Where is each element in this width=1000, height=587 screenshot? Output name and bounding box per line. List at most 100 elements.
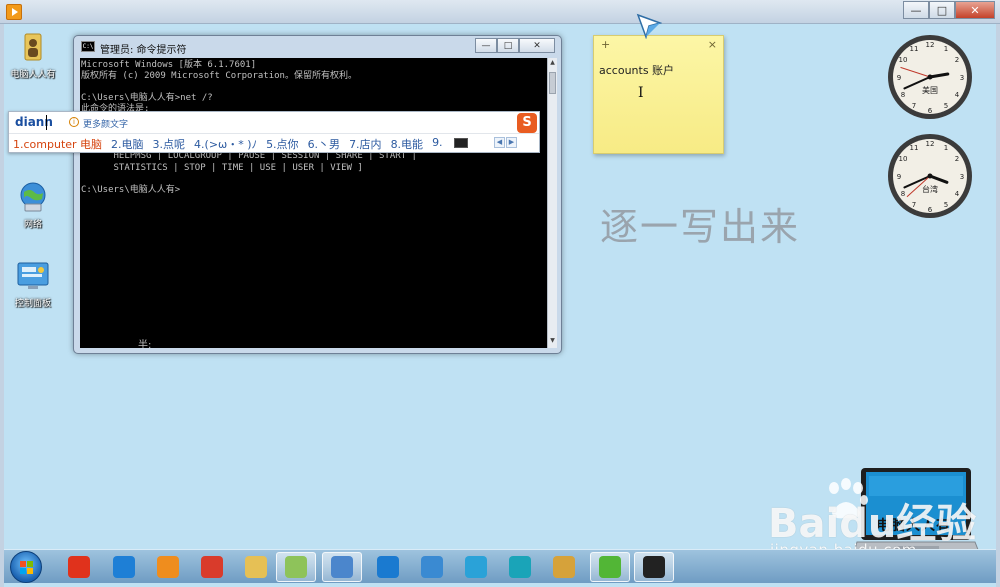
- text-cursor-icon: I: [638, 85, 644, 101]
- desktop-icon-control-panel[interactable]: 控制面板: [3, 259, 63, 309]
- ime-candidate[interactable]: 4.(>ω・* )ﾉ: [194, 136, 257, 152]
- taskbar-button[interactable]: [276, 552, 316, 582]
- ime-candidate[interactable]: 6.丶男: [308, 136, 341, 152]
- ime-candidate[interactable]: 3.点呢: [153, 136, 186, 152]
- taskbar-button[interactable]: [590, 552, 630, 582]
- tb-chrome-icon: [201, 556, 223, 578]
- taskbar-button[interactable]: [368, 552, 408, 582]
- taskbar-button[interactable]: [148, 552, 188, 582]
- svg-text:5: 5: [944, 201, 948, 209]
- ime-pager: ◀ ▶: [493, 137, 517, 148]
- taskbar-button[interactable]: [456, 552, 496, 582]
- svg-text:9: 9: [897, 74, 901, 82]
- taskbar-button[interactable]: [500, 552, 540, 582]
- outer-minimize-button[interactable]: —: [903, 1, 929, 19]
- tb-media-player-icon: [157, 556, 179, 578]
- sticky-note-text[interactable]: accounts 账户: [599, 62, 674, 78]
- outer-close-button[interactable]: ✕: [955, 1, 995, 19]
- taskbar-button[interactable]: [236, 552, 276, 582]
- console-line: STATISTICS | STOP | TIME | USE | USER | …: [81, 163, 363, 173]
- tb-cmd-icon: [643, 556, 665, 578]
- taskbar: [4, 549, 996, 583]
- cmd-minimize-button[interactable]: —: [475, 38, 497, 53]
- control-panel-icon: [16, 259, 50, 293]
- taskbar-button[interactable]: [544, 552, 584, 582]
- outer-window-titlebar: — □ ✕: [0, 0, 1000, 24]
- taskbar-button[interactable]: [634, 552, 674, 582]
- svg-text:6: 6: [928, 107, 933, 115]
- console-line: C:\Users\电脑人人有>net /?: [81, 93, 213, 103]
- console-prompt: C:\Users\电脑人人有>: [81, 185, 181, 195]
- tb-remote-icon: [421, 556, 443, 578]
- cmd-maximize-button[interactable]: □: [497, 38, 519, 53]
- tb-explorer-icon: [245, 556, 267, 578]
- cmd-titlebar[interactable]: C:\ 管理员: 命令提示符 — □ ✕: [74, 36, 561, 58]
- ime-status-indicator: 半:: [138, 340, 152, 348]
- ime-candidate[interactable]: 2.电脑: [111, 136, 144, 152]
- svg-text:5: 5: [944, 102, 948, 110]
- svg-text:6: 6: [928, 206, 933, 214]
- desktop-icon-label: 电脑人人有: [10, 70, 56, 80]
- start-button[interactable]: [10, 551, 42, 583]
- ime-candidate-list: 1.computer 电脑 2.电脑 3.点呢 4.(>ω・* )ﾉ 5.点你 …: [13, 136, 486, 152]
- sogou-logo-icon[interactable]: S: [517, 113, 537, 133]
- sticky-close-button[interactable]: ×: [708, 38, 717, 51]
- clock-city-label: 美国: [922, 86, 938, 95]
- outer-maximize-button[interactable]: □: [929, 1, 955, 19]
- sticky-note[interactable]: + × accounts 账户 I: [593, 35, 724, 154]
- tb-browser-icon: [377, 556, 399, 578]
- cmd-window-controls: — □ ✕: [475, 38, 555, 53]
- clock-face-icon: 12 1234567891011: [888, 35, 972, 119]
- ime-caret: [46, 115, 47, 130]
- network-globe-icon: [16, 180, 50, 214]
- ime-divider: [9, 133, 539, 134]
- clock-city-label: 台湾: [922, 185, 938, 194]
- taskbar-button[interactable]: [104, 552, 144, 582]
- mouse-pointer-icon: [636, 13, 663, 43]
- sticky-add-button[interactable]: +: [601, 38, 610, 51]
- scroll-up-icon[interactable]: ▲: [549, 59, 556, 69]
- monitor-icon: [453, 138, 468, 148]
- tb-ie-icon: [113, 556, 135, 578]
- player-app-icon: [6, 4, 22, 20]
- ime-candidate[interactable]: 5.点你: [266, 136, 299, 152]
- tb-headset-icon: [509, 556, 531, 578]
- taskbar-button[interactable]: [322, 552, 362, 582]
- svg-text:1: 1: [944, 45, 948, 53]
- svg-text:10: 10: [899, 155, 908, 163]
- cmd-scrollbar[interactable]: ▲ ▼: [547, 58, 557, 348]
- ime-prev-page-button[interactable]: ◀: [494, 137, 505, 148]
- desktop-icon-user-folder[interactable]: 电脑人人有: [3, 30, 63, 80]
- cmd-console-output[interactable]: Microsoft Windows [版本 6.1.7601] 版权所有 (c)…: [80, 58, 547, 348]
- svg-text:12: 12: [926, 140, 935, 148]
- cmd-close-button[interactable]: ✕: [519, 38, 555, 53]
- scroll-down-icon[interactable]: ▼: [549, 337, 556, 347]
- ime-candidate[interactable]: 7.店内: [349, 136, 382, 152]
- ime-candidate[interactable]: 1.computer 电脑: [13, 136, 102, 152]
- ime-next-page-button[interactable]: ▶: [506, 137, 517, 148]
- instruction-overlay-text: 逐一写出来: [600, 205, 801, 249]
- outer-window-controls: — □ ✕: [903, 1, 995, 19]
- taskbar-button[interactable]: [59, 552, 99, 582]
- ime-candidate-9[interactable]: 9.: [432, 136, 477, 152]
- svg-text:10: 10: [899, 56, 908, 64]
- clock-gadget[interactable]: 12 1 2 3 4 5 6 7 8 9 10 11 美国: [886, 33, 974, 121]
- console-line: Microsoft Windows [版本 6.1.7601]: [81, 60, 257, 70]
- tb-folder-icon: [285, 556, 307, 578]
- svg-text:11: 11: [910, 144, 919, 152]
- cmd-window[interactable]: C:\ 管理员: 命令提示符 — □ ✕ Microsoft Windows […: [73, 35, 562, 354]
- ime-more-emoticons-link[interactable]: 更多颜文字: [83, 117, 128, 130]
- taskbar-button[interactable]: [412, 552, 452, 582]
- cmd-window-title: 管理员: 命令提示符: [100, 45, 187, 56]
- ime-candidate[interactable]: 8.电能: [391, 136, 424, 152]
- ime-composition-text: diann: [15, 115, 53, 129]
- taskbar-button[interactable]: [192, 552, 232, 582]
- svg-text:2: 2: [955, 155, 959, 163]
- svg-text:3: 3: [960, 173, 964, 181]
- svg-text:12: 12: [926, 41, 935, 49]
- clock-gadget[interactable]: 12 1 2 3 4 5 6 7 8 9 10 11 台湾: [886, 132, 974, 220]
- desktop-icon-network[interactable]: 网络: [3, 180, 63, 230]
- windows-logo-icon: [20, 561, 33, 574]
- tb-wechat-icon: [599, 556, 621, 578]
- scroll-thumb[interactable]: [549, 72, 556, 94]
